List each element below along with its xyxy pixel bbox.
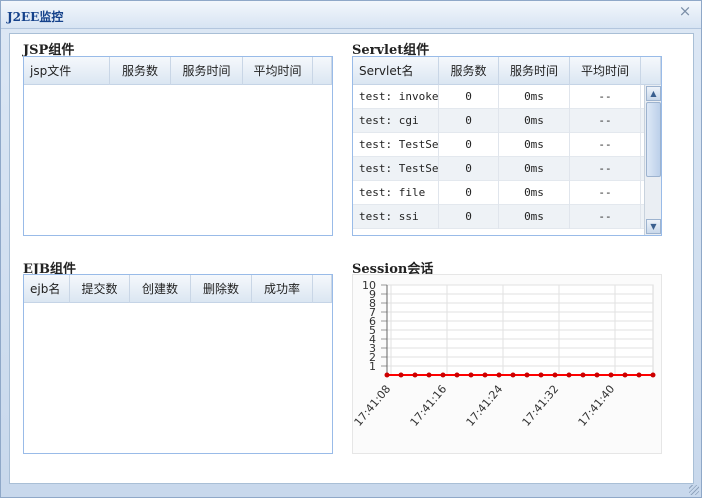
servlet-name-cell: test: TestServ (353, 133, 439, 157)
servlet-count-cell: 0 (439, 181, 499, 205)
data-point (608, 372, 614, 378)
session-chart: 1 2 3 4 5 6 7 8 9 10 17:41:08 17:41:16 17:41:24 17:41… (352, 274, 662, 454)
ejb-col-filler (313, 275, 332, 303)
jsp-col-time[interactable]: 服务时间 (171, 57, 243, 85)
servlet-avg-cell: -- (570, 85, 641, 109)
servlet-count-cell: 0 (439, 85, 499, 109)
table-row[interactable]: test: cgi 0 0ms -- (353, 109, 661, 133)
scroll-down-arrow-icon[interactable]: ▼ (646, 219, 661, 234)
servlet-time-cell: 0ms (499, 205, 570, 229)
j2ee-monitor-window: J2EE监控 × JSP组件 jsp文件 服务数 服务时间 平均时间 Servl… (0, 0, 702, 498)
data-point (440, 372, 446, 378)
content-panel: JSP组件 jsp文件 服务数 服务时间 平均时间 Servlet组件 Serv… (9, 33, 694, 484)
data-point (524, 372, 530, 378)
ejb-col-name[interactable]: ejb名 (24, 275, 70, 303)
x-tick-label: 17:41:40 (576, 383, 618, 429)
jsp-grid: jsp文件 服务数 服务时间 平均时间 (23, 56, 333, 236)
x-tick-label: 17:41:24 (464, 383, 506, 429)
data-point (580, 372, 586, 378)
servlet-time-cell: 0ms (499, 133, 570, 157)
servlet-col-avg[interactable]: 平均时间 (570, 57, 641, 85)
data-point (650, 372, 656, 378)
title-bar: J2EE监控 × (1, 1, 701, 29)
servlet-grid-header: Servlet名 服务数 服务时间 平均时间 (353, 57, 661, 85)
servlet-col-filler (641, 57, 661, 85)
data-point (510, 372, 516, 378)
ejb-col-success-rate[interactable]: 成功率 (252, 275, 313, 303)
jsp-col-count[interactable]: 服务数 (110, 57, 171, 85)
data-point (454, 372, 460, 378)
servlet-name-cell: test: file (353, 181, 439, 205)
servlet-col-count[interactable]: 服务数 (439, 57, 499, 85)
ejb-col-submit[interactable]: 提交数 (70, 275, 130, 303)
servlet-avg-cell: -- (570, 157, 641, 181)
servlet-col-name[interactable]: Servlet名 (353, 57, 439, 85)
data-point (566, 372, 572, 378)
session-chart-svg: 1234567891017:41:08 17:41:16 17:41:24 17:41… (353, 279, 656, 429)
x-tick-label: 17:41:16 (408, 383, 450, 429)
table-row[interactable]: test: TestServ 0 0ms -- (353, 157, 661, 181)
servlet-count-cell: 0 (439, 157, 499, 181)
servlet-name-cell: test: invoker (353, 85, 439, 109)
data-point (482, 372, 488, 378)
servlet-avg-cell: -- (570, 205, 641, 229)
scroll-up-arrow-icon[interactable]: ▲ (646, 86, 661, 101)
data-point (426, 372, 432, 378)
data-point (398, 372, 404, 378)
close-icon[interactable]: × (677, 3, 693, 19)
table-row[interactable]: test: invoker 0 0ms -- (353, 85, 661, 109)
table-row[interactable]: test: ssi 0 0ms -- (353, 205, 661, 229)
servlet-name-cell: test: ssi (353, 205, 439, 229)
resize-grip-icon[interactable] (689, 485, 699, 495)
servlet-count-cell: 0 (439, 133, 499, 157)
servlet-count-cell: 0 (439, 205, 499, 229)
x-tick-label: 17:41:08 (353, 383, 393, 429)
ejb-grid-header: ejb名 提交数 创建数 删除数 成功率 (24, 275, 332, 303)
servlet-grid-body: test: invoker 0 0ms -- test: cgi 0 0ms -… (353, 85, 661, 229)
servlet-grid: Servlet名 服务数 服务时间 平均时间 test: invoker 0 0… (352, 56, 662, 236)
servlet-name-cell: test: TestServ (353, 157, 439, 181)
data-point (636, 372, 642, 378)
data-point (552, 372, 558, 378)
servlet-avg-cell: -- (570, 133, 641, 157)
jsp-col-avg[interactable]: 平均时间 (243, 57, 313, 85)
servlet-vertical-scrollbar[interactable]: ▲ ▼ (644, 85, 661, 235)
data-point (496, 372, 502, 378)
y-tick-label: 10 (362, 279, 376, 292)
data-point (412, 372, 418, 378)
scroll-thumb[interactable] (646, 102, 661, 177)
data-point (622, 372, 628, 378)
table-row[interactable]: test: file 0 0ms -- (353, 181, 661, 205)
servlet-count-cell: 0 (439, 109, 499, 133)
data-point (538, 372, 544, 378)
servlet-time-cell: 0ms (499, 85, 570, 109)
jsp-col-file[interactable]: jsp文件 (24, 57, 110, 85)
window-title: J2EE监控 (7, 10, 64, 24)
servlet-avg-cell: -- (570, 109, 641, 133)
ejb-grid: ejb名 提交数 创建数 删除数 成功率 (23, 274, 333, 454)
x-tick-label: 17:41:32 (520, 383, 562, 429)
data-point (594, 372, 600, 378)
data-point (384, 372, 390, 378)
servlet-time-cell: 0ms (499, 157, 570, 181)
servlet-avg-cell: -- (570, 181, 641, 205)
servlet-col-time[interactable]: 服务时间 (499, 57, 570, 85)
ejb-col-create[interactable]: 创建数 (130, 275, 191, 303)
servlet-name-cell: test: cgi (353, 109, 439, 133)
jsp-grid-header: jsp文件 服务数 服务时间 平均时间 (24, 57, 332, 85)
data-point (468, 372, 474, 378)
servlet-time-cell: 0ms (499, 109, 570, 133)
servlet-time-cell: 0ms (499, 181, 570, 205)
table-row[interactable]: test: TestServ 0 0ms -- (353, 133, 661, 157)
jsp-col-filler (313, 57, 332, 85)
ejb-col-remove[interactable]: 删除数 (191, 275, 252, 303)
